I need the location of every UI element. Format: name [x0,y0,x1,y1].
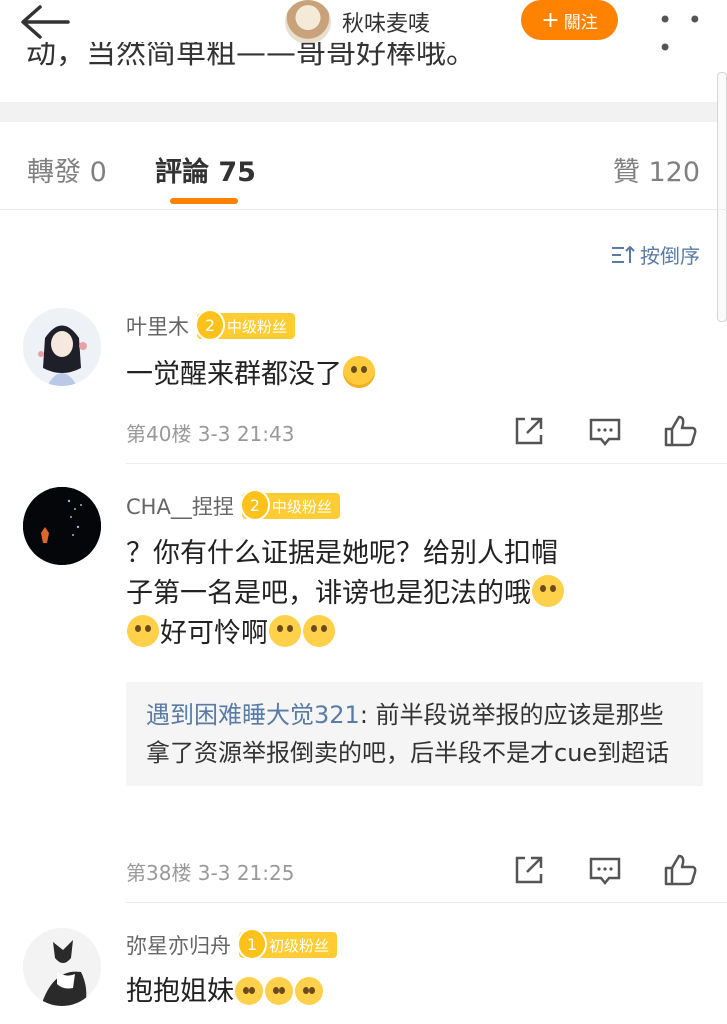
crying-emoji-icon [343,356,375,388]
comment-actions [0,413,727,449]
follow-label: 關注 [563,12,598,33]
comment-icon[interactable] [587,413,623,449]
quoted-reply[interactable]: 遇到困难睡大觉321: 前半段说举报的应该是那些拿了资源举报倒卖的吧，后半段不是… [126,682,703,786]
comment-text-line: 子第一名是吧，诽谤也是犯法的哦 [126,578,531,609]
top-nav-bar: 秋味麦唛 + 關注 • • • [0,0,727,62]
pleading-emoji-icon [127,615,159,647]
poster-avatar[interactable] [285,0,331,44]
comment-text: 抱抱姐妹 [126,972,666,1012]
sort-icon [612,245,635,263]
fan-badge-label: 中级粉丝 [271,497,332,516]
tab-comment[interactable]: 評論 75 [155,150,256,189]
section-divider [0,102,727,122]
fan-badge[interactable]: 1 初级粉丝 [237,928,338,960]
fan-level-icon: 2 [239,489,270,521]
fan-badge-label: 初级粉丝 [269,936,330,955]
comment-author-row: 叶里木 2 中级粉丝 [126,309,296,341]
back-arrow-icon[interactable] [18,4,74,40]
share-icon[interactable] [511,852,547,888]
comment-author[interactable]: CHA__捏捏 [126,491,234,521]
comment-text: 一觉醒来群都没了 [126,355,666,395]
share-icon[interactable] [511,413,547,449]
comment-divider [126,463,727,464]
like-icon[interactable] [662,852,698,888]
tab-like[interactable]: 贊 120 [613,150,700,189]
avatar-illustration [23,928,101,1006]
hug-emoji-icon [265,977,293,1005]
pleading-emoji-icon [269,615,301,647]
comment-text-content: 一觉醒来群都没了 [126,359,342,390]
comment-author-row: CHA__捏捏 2 中级粉丝 [126,489,340,521]
comment-icon[interactable] [587,852,623,888]
hug-emoji-icon [295,977,323,1005]
pleading-emoji-icon [303,615,335,647]
avatar[interactable] [23,308,101,386]
plus-icon: + [541,7,560,33]
fan-level-icon: 1 [237,928,267,960]
pleading-emoji-icon [532,575,564,607]
like-icon[interactable] [662,413,698,449]
reply-colon: : [359,701,376,729]
avatar-illustration [23,308,101,386]
fan-level-icon: 2 [195,309,225,341]
post-text-truncated: 动，当然简单粗——哥哥好棒哦。 [0,42,727,102]
comment-actions [0,852,727,888]
avatar[interactable] [23,487,101,565]
comment-text-line: ？你有什么证据是她呢？给别人扣帽 [126,538,558,569]
fan-badge-label: 中级粉丝 [227,317,288,336]
post-text-line: 动，当然简单粗——哥哥好棒哦。 [26,42,476,71]
comment-author[interactable]: 弥星亦归舟 [126,930,231,960]
poster-name[interactable]: 秋味麦唛 [342,6,430,38]
sort-label: 按倒序 [640,244,700,268]
avatar[interactable] [23,928,101,1006]
comment-text: ？你有什么证据是她呢？给别人扣帽 子第一名是吧，诽谤也是犯法的哦 好可怜啊 [126,534,666,654]
hug-emoji-icon [235,977,263,1005]
comment-tabs: 轉發 0 評論 75 贊 120 [0,122,727,210]
active-tab-indicator [170,198,238,204]
comment-text-line: 好可怜啊 [160,618,268,649]
sort-toggle[interactable]: 按倒序 [610,240,700,269]
follow-button[interactable]: + 關注 [521,0,618,40]
comment-author-row: 弥星亦归舟 1 初级粉丝 [126,928,338,960]
avatar-illustration [23,487,101,565]
comment-text-content: 抱抱姐妹 [126,976,234,1007]
fan-badge[interactable]: 2 中级粉丝 [239,489,340,521]
comment-divider [126,902,727,903]
comment-author[interactable]: 叶里木 [126,311,189,341]
fan-badge[interactable]: 2 中级粉丝 [195,309,296,341]
reply-author[interactable]: 遇到困难睡大觉321 [146,701,360,729]
tab-repost[interactable]: 轉發 0 [27,150,107,189]
